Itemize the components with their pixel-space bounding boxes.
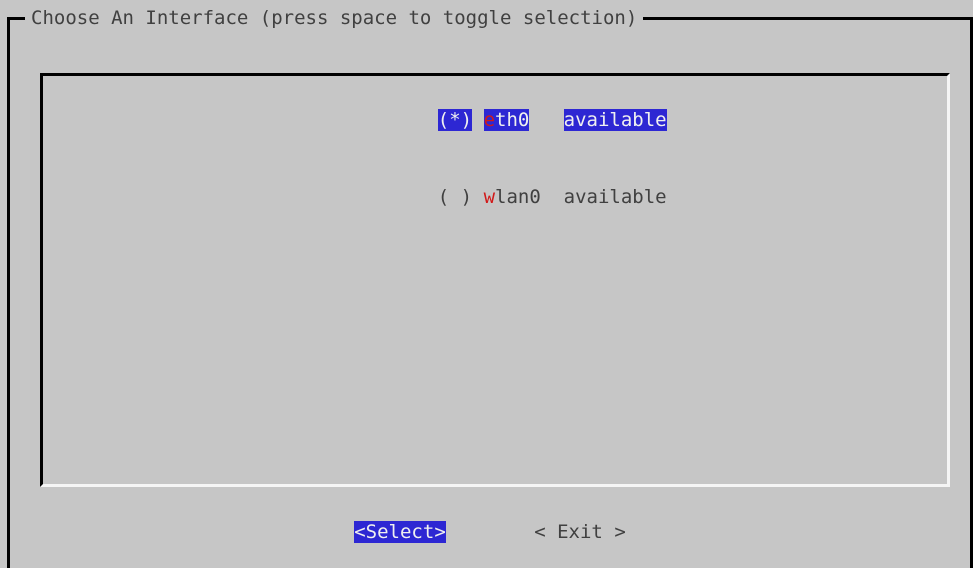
check-mark (449, 186, 460, 208)
iface-name: lan0 (495, 186, 541, 208)
select-button[interactable]: <Select> (354, 521, 446, 543)
iface-first-letter: w (484, 186, 495, 208)
button-bar: <Select> < Exit > (10, 520, 970, 546)
interface-list: (*) eth0 available ( ) wlan0 available (43, 82, 947, 236)
interface-list-frame: (*) eth0 available ( ) wlan0 available (40, 73, 950, 487)
iface-first-letter: e (484, 109, 495, 131)
dialog-title: Choose An Interface (press space to togg… (25, 6, 643, 32)
dialog-frame: Choose An Interface (press space to togg… (7, 17, 973, 568)
check-mark: * (449, 109, 460, 131)
iface-status: available (564, 186, 667, 208)
iface-name: th0 (495, 109, 529, 131)
exit-button[interactable]: < Exit > (534, 521, 626, 543)
interface-row-wlan0[interactable]: ( ) wlan0 available (43, 159, 947, 236)
interface-row-eth0[interactable]: (*) eth0 available (43, 82, 947, 159)
iface-status: available (564, 109, 667, 131)
